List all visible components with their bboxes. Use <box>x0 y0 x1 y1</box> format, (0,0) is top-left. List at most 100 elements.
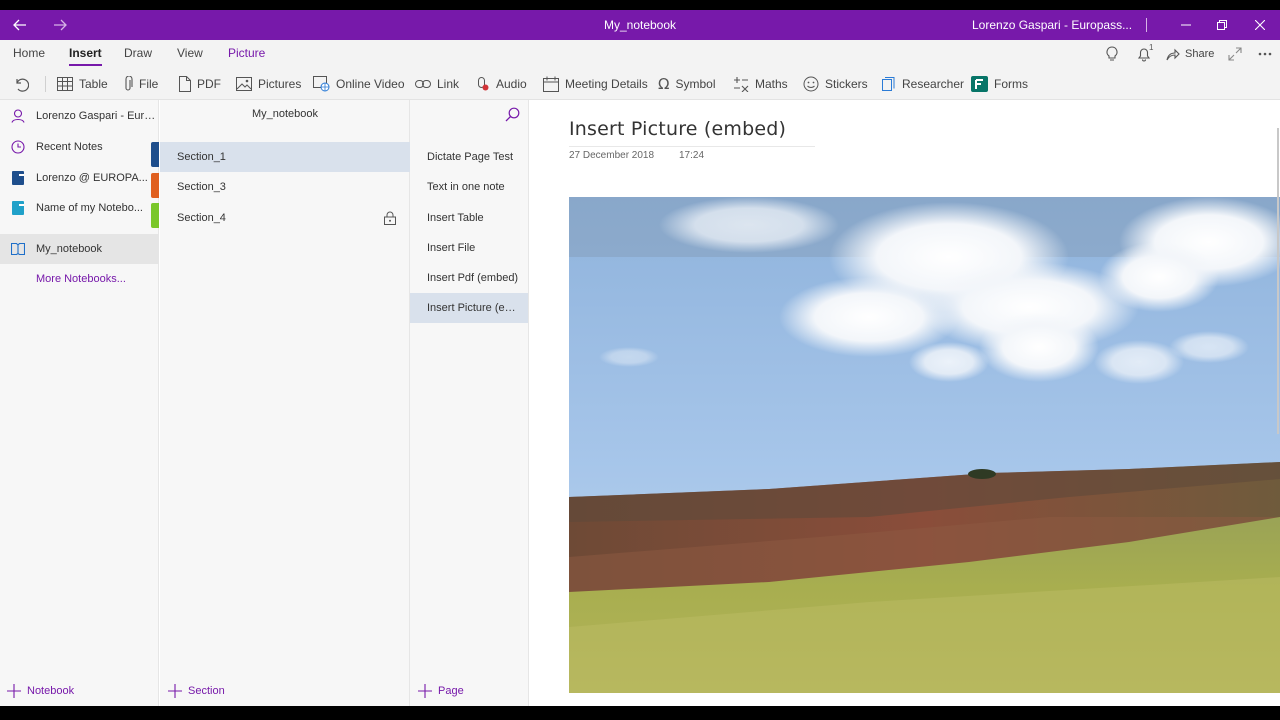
ellipsis-icon <box>1258 52 1272 56</box>
section-item[interactable]: Section_4 <box>160 203 410 233</box>
person-icon <box>11 109 25 123</box>
page-item[interactable]: Insert Picture (embed) <box>410 293 528 323</box>
page-canvas[interactable]: Insert Picture (embed) 27 December 2018 … <box>530 100 1280 706</box>
researcher-button[interactable]: Researcher <box>880 68 964 100</box>
page-pane: Dictate Page Test Text in one note Inser… <box>410 100 529 706</box>
link-label: Link <box>437 77 460 91</box>
insert-link-button[interactable]: Link <box>415 68 459 100</box>
document-icon <box>179 76 191 92</box>
table-icon <box>57 77 73 91</box>
insert-audio-button[interactable]: Audio <box>474 68 527 100</box>
tab-home[interactable]: Home <box>13 40 45 68</box>
insert-pictures-button[interactable]: Pictures <box>236 68 301 100</box>
account-row[interactable]: Lorenzo Gaspari - Euro... <box>0 101 159 131</box>
researcher-icon <box>882 77 895 91</box>
search-button[interactable] <box>505 107 520 125</box>
maths-label: Maths <box>755 77 788 91</box>
more-notebooks-link[interactable]: More Notebooks... <box>0 264 159 294</box>
expand-icon <box>1228 47 1242 61</box>
section-pane-header: My_notebook <box>251 108 319 120</box>
onenote-window: My_notebook Lorenzo Gaspari - Europass..… <box>0 10 1280 706</box>
close-icon <box>1255 20 1265 30</box>
tab-picture[interactable]: Picture <box>228 40 265 68</box>
tell-me-button[interactable] <box>1105 40 1119 68</box>
page-item[interactable]: Insert Table <box>410 203 528 233</box>
plus-icon <box>168 684 182 698</box>
meeting-details-button[interactable]: Meeting Details <box>543 68 648 100</box>
notebook-label: My_notebook <box>36 243 103 255</box>
maths-button[interactable]: Maths <box>733 68 788 100</box>
tab-draw[interactable]: Draw <box>124 40 152 68</box>
account-name[interactable]: Lorenzo Gaspari - Europass... <box>972 10 1132 40</box>
title-divider <box>1146 18 1147 32</box>
microphone-icon <box>478 77 489 91</box>
minimize-icon <box>1181 24 1191 26</box>
add-notebook-button[interactable]: Notebook <box>7 676 74 706</box>
page-time: 17:24 <box>679 150 705 161</box>
paperclip-icon <box>125 76 133 91</box>
page-item[interactable]: Dictate Page Test <box>410 142 528 172</box>
open-notebook-icon <box>11 243 25 255</box>
lock-icon <box>384 211 396 228</box>
math-icon <box>734 77 749 92</box>
insert-file-button[interactable]: File <box>123 68 158 100</box>
fullscreen-button[interactable] <box>1228 40 1242 68</box>
undo-icon <box>16 78 29 92</box>
section-item[interactable]: Section_1 <box>160 142 410 172</box>
insert-symbol-button[interactable]: Ω Symbol <box>658 68 715 100</box>
forms-button[interactable]: Forms <box>971 68 1028 100</box>
ribbon-tabs: Home Insert Draw View Picture <box>0 40 1280 68</box>
table-label: Table <box>79 77 108 91</box>
calendar-icon <box>543 76 559 92</box>
add-page-label: Page <box>438 685 464 697</box>
toolbar-divider <box>45 76 46 92</box>
section-pane: My_notebook Section_1 Section_3 Section_… <box>160 100 410 706</box>
share-icon <box>1166 48 1180 61</box>
insert-pdf-button[interactable]: PDF <box>179 68 221 100</box>
omega-icon: Ω <box>658 75 670 93</box>
add-page-button[interactable]: Page <box>418 676 464 706</box>
notebook-item[interactable]: Name of my Notebo... <box>0 193 159 223</box>
page-title[interactable]: Insert Picture (embed) <box>569 118 786 140</box>
more-options-button[interactable] <box>1258 40 1272 68</box>
file-label: File <box>139 77 159 91</box>
picture-icon <box>236 77 252 91</box>
online-video-label: Online Video <box>336 77 405 91</box>
page-item[interactable]: Insert File <box>410 233 528 263</box>
section-color-tab <box>151 142 159 167</box>
title-bar: My_notebook Lorenzo Gaspari - Europass..… <box>0 10 1280 40</box>
insert-toolbar: Table File PDF Pictures Online Video Lin… <box>0 68 1280 100</box>
stickers-button[interactable]: Stickers <box>803 68 868 100</box>
minimize-button[interactable] <box>1176 10 1196 40</box>
symbol-label: Symbol <box>675 77 716 91</box>
notebook-label: Name of my Notebo... <box>36 202 143 214</box>
embedded-picture[interactable] <box>569 197 1280 693</box>
smiley-icon <box>803 76 819 92</box>
notifications-button[interactable]: 1 <box>1136 40 1156 68</box>
researcher-label: Researcher <box>902 77 965 91</box>
page-date: 27 December 2018 <box>569 150 655 161</box>
recent-notes-item[interactable]: Recent Notes <box>0 132 159 162</box>
add-section-button[interactable]: Section <box>168 676 225 706</box>
page-item[interactable]: Text in one note <box>410 172 528 202</box>
insert-table-button[interactable]: Table <box>57 68 108 100</box>
add-notebook-label: Notebook <box>27 685 75 697</box>
notebook-item[interactable]: Lorenzo @ EUROPA... <box>0 163 159 193</box>
share-button[interactable]: Share <box>1166 40 1214 68</box>
tab-view[interactable]: View <box>177 40 203 68</box>
share-label: Share <box>1185 48 1215 60</box>
pdf-label: PDF <box>197 77 221 91</box>
notebook-item[interactable]: My_notebook <box>0 234 159 264</box>
section-item[interactable]: Section_3 <box>160 172 410 202</box>
tab-insert[interactable]: Insert <box>69 40 102 68</box>
undo-button[interactable] <box>13 68 29 100</box>
insert-online-video-button[interactable]: Online Video <box>313 68 405 100</box>
forms-label: Forms <box>994 77 1028 91</box>
forms-icon <box>971 76 988 92</box>
notebook-label: Lorenzo @ EUROPA... <box>36 172 148 184</box>
page-item[interactable]: Insert Pdf (embed) <box>410 263 528 293</box>
vertical-scrollbar[interactable] <box>1277 128 1279 434</box>
restore-button[interactable] <box>1212 10 1232 40</box>
close-button[interactable] <box>1250 10 1270 40</box>
add-section-label: Section <box>188 685 225 697</box>
